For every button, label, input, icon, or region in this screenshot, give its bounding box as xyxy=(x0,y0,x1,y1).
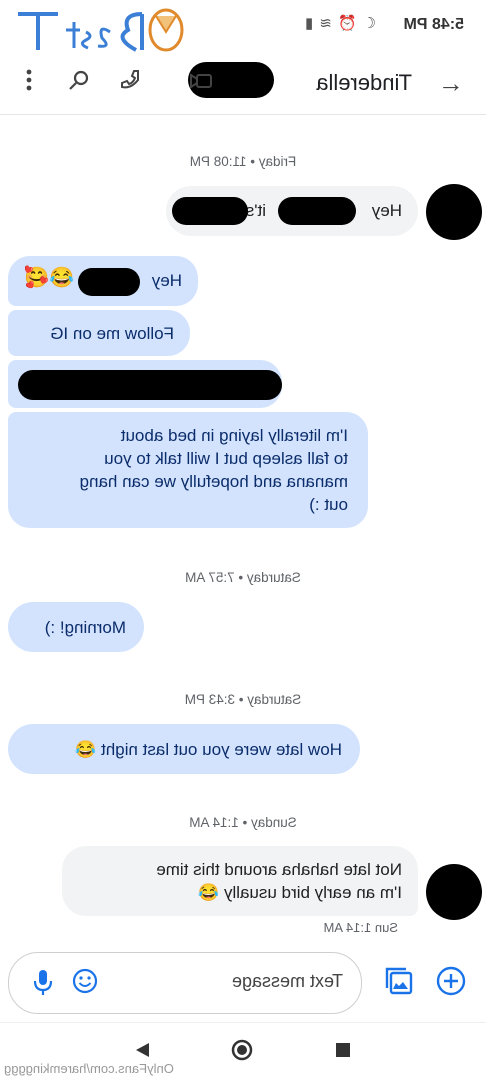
conversation-header: ← Tinderella xyxy=(0,56,486,115)
message-timestamp: Sun 1:14 AM xyxy=(323,920,398,935)
message-input[interactable]: Text message xyxy=(232,971,343,992)
contact-name[interactable]: Tinderella xyxy=(316,70,412,96)
outgoing-message[interactable]: Hey it's xyxy=(166,186,418,236)
watermark-footer: OnlyFans.com/haremkingggg xyxy=(4,1061,174,1076)
date-divider: Sunday • 1:14 AM xyxy=(189,815,297,830)
nav-recents-icon[interactable] xyxy=(334,1041,352,1064)
status-icons: ☾ ⏰ ≋ ▮ xyxy=(305,14,376,32)
incoming-message[interactable]: Follow me on IG xyxy=(8,310,190,356)
screen: 5:48 PM ☾ ⏰ ≋ ▮ ← Tinderella Friday • 11… xyxy=(0,0,486,1081)
avatar xyxy=(426,864,482,920)
more-vert-icon[interactable] xyxy=(14,68,44,98)
date-divider: Saturday • 3:43 PM xyxy=(184,692,302,707)
add-icon[interactable] xyxy=(436,966,466,996)
redaction-mark xyxy=(172,197,248,225)
phone-icon[interactable] xyxy=(116,68,146,98)
avatar xyxy=(426,184,482,240)
incoming-message[interactable]: How late were you out last night 😂 xyxy=(8,724,360,774)
message-text: How late were you out last night 😂 xyxy=(75,740,342,759)
incoming-message[interactable]: I'm literally laying in bed about to fal… xyxy=(8,412,368,528)
message-text: I'm literally laying in bed about to fal… xyxy=(79,426,348,514)
message-composer[interactable]: Text message xyxy=(8,952,362,1014)
search-icon[interactable] xyxy=(64,68,94,98)
message-text: Morning! :) xyxy=(44,618,126,637)
alarm-icon: ⏰ xyxy=(337,15,357,32)
message-text: Not late hahaha around this time I'm an … xyxy=(156,860,402,902)
outgoing-message[interactable]: Not late hahaha around this time I'm an … xyxy=(62,846,418,916)
message-text: Hey xyxy=(371,201,402,220)
redaction-mark xyxy=(278,197,356,225)
video-call-icon[interactable] xyxy=(186,68,216,98)
message-text: it's xyxy=(245,201,266,220)
mic-icon[interactable] xyxy=(31,967,55,997)
incoming-message[interactable]: Morning! :) xyxy=(8,602,144,652)
redaction-mark xyxy=(18,370,282,400)
emoji-icon[interactable] xyxy=(71,967,99,995)
message-text: Hey xyxy=(151,271,182,290)
status-time: 5:48 PM xyxy=(403,16,464,33)
back-arrow-icon[interactable]: ← xyxy=(438,68,464,99)
gallery-icon[interactable] xyxy=(384,966,414,996)
incoming-message[interactable]: Hey 😂🥰 xyxy=(8,256,198,306)
redaction-mark xyxy=(78,268,140,296)
moon-icon: ☾ xyxy=(362,15,376,32)
date-divider: Saturday • 7:57 AM xyxy=(185,570,301,585)
date-divider: Friday • 11:08 PM xyxy=(189,154,297,169)
emoji-laughing: 😂🥰 xyxy=(24,267,74,289)
watermark-logo xyxy=(18,8,184,52)
wifi-icon: ≋ xyxy=(319,15,332,32)
incoming-message[interactable] xyxy=(8,360,282,408)
message-text: Follow me on IG xyxy=(50,324,174,343)
nav-home-icon[interactable] xyxy=(231,1039,253,1066)
signal-icon: ▮ xyxy=(305,15,314,32)
